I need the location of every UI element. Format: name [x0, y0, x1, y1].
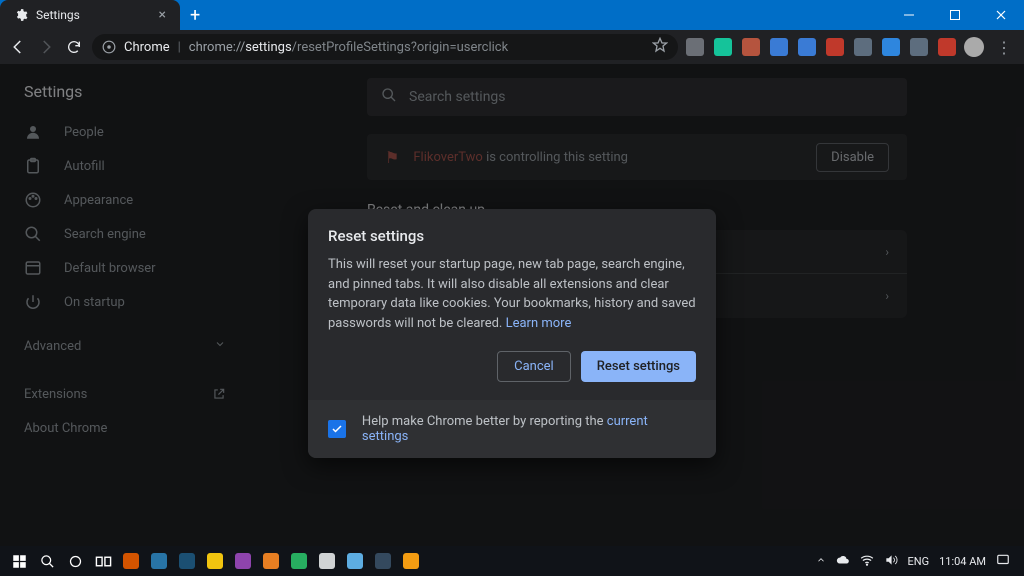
cancel-button[interactable]: Cancel	[497, 351, 571, 382]
taskbar-app-8[interactable]	[342, 548, 368, 574]
close-window-button[interactable]	[978, 0, 1024, 30]
cloud-icon[interactable]	[854, 38, 872, 56]
footer-text: Help make Chrome better by reporting the…	[362, 414, 696, 444]
url-text: chrome://settings/resetProfileSettings?o…	[189, 40, 508, 55]
chrome-menu-button[interactable]: ⋮	[992, 38, 1016, 57]
taskbar-app-9[interactable]	[370, 548, 396, 574]
f-icon-1[interactable]	[798, 38, 816, 56]
o-icon[interactable]	[938, 38, 956, 56]
volume-icon[interactable]	[884, 553, 898, 570]
taskbar-app-4[interactable]	[230, 548, 256, 574]
dialog-body: This will reset your startup page, new t…	[308, 255, 716, 347]
new-tab-button[interactable]: +	[180, 0, 210, 30]
taskbar-app-2[interactable]	[146, 548, 172, 574]
notifications-icon[interactable]	[996, 553, 1010, 570]
settings-page: Settings PeopleAutofillAppearanceSearch …	[0, 64, 1024, 546]
browser-toolbar: Chrome | chrome://settings/resetProfileS…	[0, 30, 1024, 64]
tab-close-icon[interactable]: ×	[159, 7, 166, 23]
extension-icons	[686, 38, 956, 56]
s-icon[interactable]	[910, 38, 928, 56]
learn-more-link[interactable]: Learn more	[506, 316, 572, 331]
taskbar-app-7[interactable]	[314, 548, 340, 574]
globe-icon[interactable]	[882, 38, 900, 56]
taskbar-app-5[interactable]	[258, 548, 284, 574]
taskbar-start[interactable]	[6, 548, 32, 574]
site-info-icon[interactable]	[102, 40, 116, 54]
tray-language[interactable]: ENG	[908, 555, 930, 568]
taskbar-cortana[interactable]	[62, 548, 88, 574]
taskbar-app-1[interactable]	[118, 548, 144, 574]
taskbar-app-10[interactable]	[398, 548, 424, 574]
maximize-button[interactable]	[932, 0, 978, 30]
grammarly-icon[interactable]	[714, 38, 732, 56]
bookmark-star-icon[interactable]	[652, 37, 668, 57]
taskbar-chrome[interactable]	[202, 548, 228, 574]
system-tray: ENG 11:04 AM	[816, 553, 1019, 570]
taskbar-mail[interactable]	[174, 548, 200, 574]
k-icon[interactable]	[742, 38, 760, 56]
back-button[interactable]	[8, 37, 28, 57]
dialog-title: Reset settings	[308, 209, 716, 255]
minimize-button[interactable]	[886, 0, 932, 30]
tray-chevron-icon[interactable]	[816, 555, 826, 568]
address-bar[interactable]: Chrome | chrome://settings/resetProfileS…	[92, 34, 678, 60]
profile-avatar[interactable]	[964, 37, 984, 57]
wifi-icon[interactable]	[860, 553, 874, 570]
browser-tab[interactable]: Settings ×	[0, 0, 180, 30]
gear-icon	[14, 8, 28, 22]
window-controls	[886, 0, 1024, 30]
onedrive-icon[interactable]	[836, 553, 850, 570]
windows-taskbar: ENG 11:04 AM	[0, 546, 1024, 576]
url-label: Chrome	[124, 40, 170, 55]
forward-button[interactable]	[36, 37, 56, 57]
reset-settings-button[interactable]: Reset settings	[581, 351, 696, 382]
window-titlebar: Settings × +	[0, 0, 1024, 30]
taskbar-taskview[interactable]	[90, 548, 116, 574]
reload-button[interactable]	[64, 37, 84, 57]
taskbar-search[interactable]	[34, 548, 60, 574]
tray-time[interactable]: 11:04 AM	[939, 555, 986, 568]
shield-icon[interactable]	[770, 38, 788, 56]
taskbar-app-6[interactable]	[286, 548, 312, 574]
camera-icon[interactable]	[686, 38, 704, 56]
report-checkbox[interactable]	[328, 420, 346, 438]
tab-title: Settings	[36, 8, 80, 22]
f-icon-2[interactable]	[826, 38, 844, 56]
reset-settings-dialog: Reset settings This will reset your star…	[308, 209, 716, 458]
